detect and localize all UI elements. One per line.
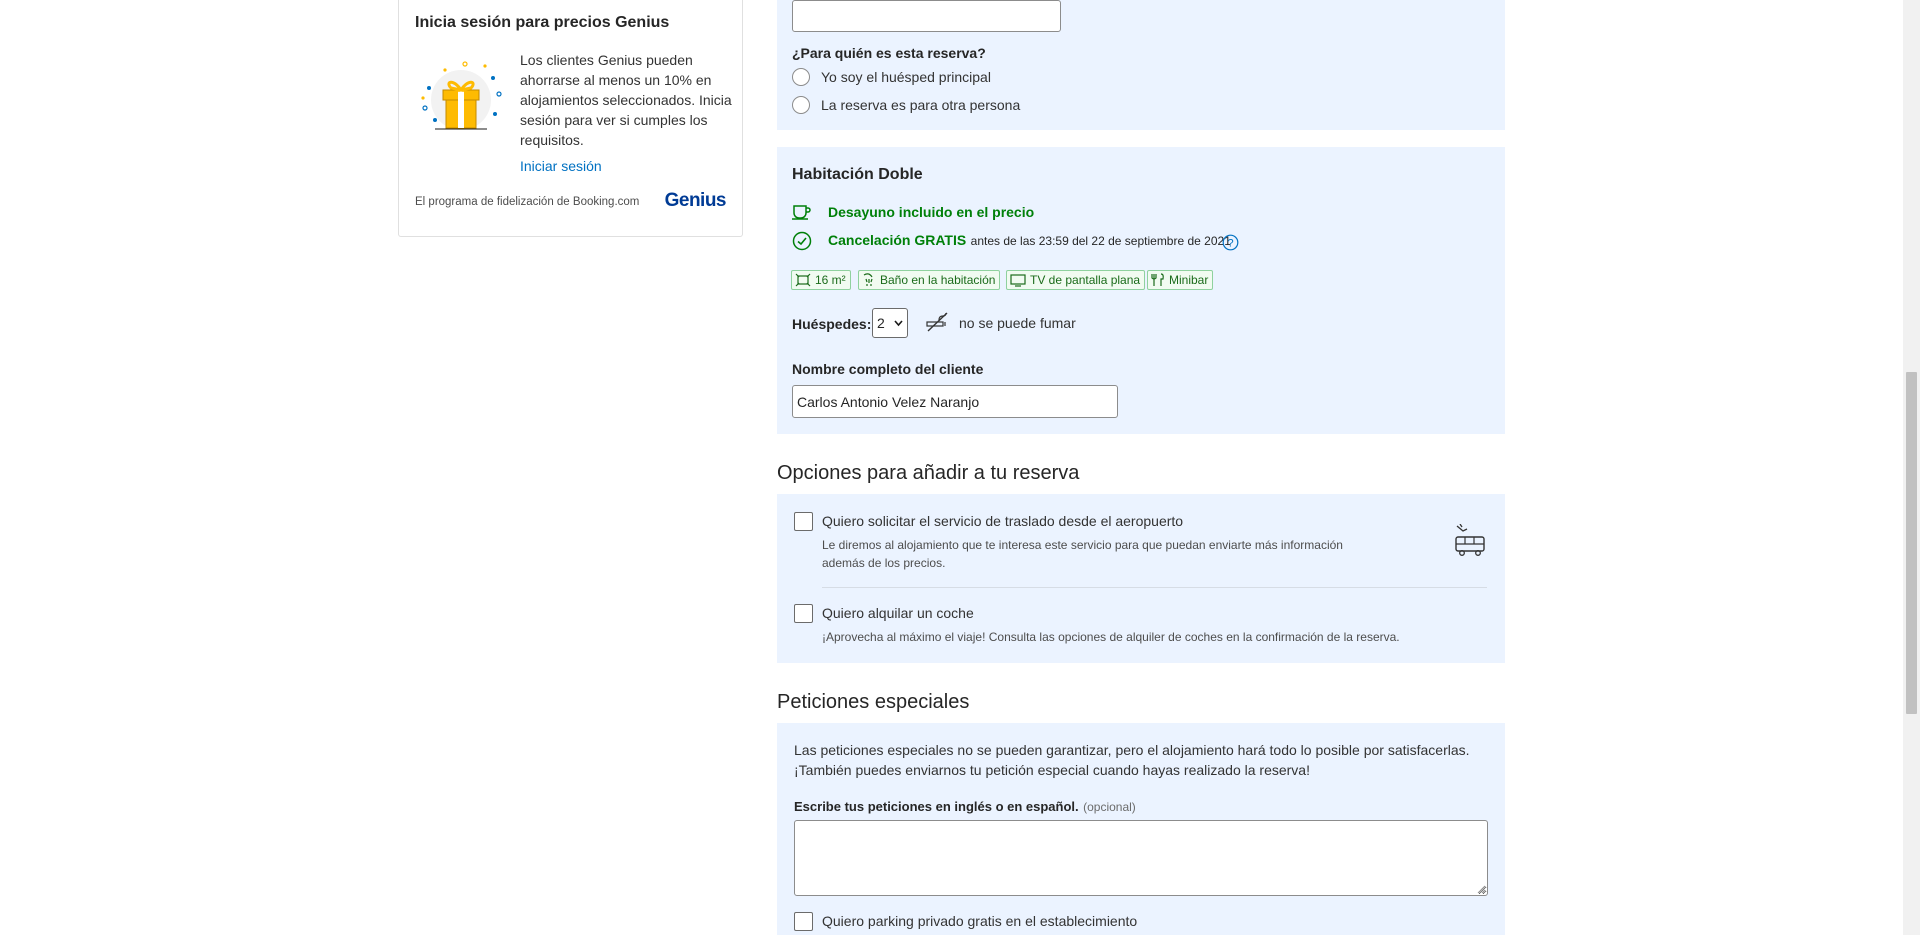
top-text-input[interactable] bbox=[792, 0, 1061, 32]
genius-description: Los clientes Genius pueden ahorrarse al … bbox=[520, 52, 732, 148]
facility-bathroom: Baño en la habitación bbox=[858, 270, 1001, 290]
free-cancellation-bold: Cancelación GRATIS bbox=[828, 232, 967, 248]
genius-logo: Genius bbox=[664, 190, 727, 211]
radio-other-person[interactable] bbox=[792, 96, 810, 114]
gift-icon bbox=[421, 61, 502, 130]
addons-divider bbox=[822, 587, 1487, 588]
free-cancellation: Cancelación GRATIS antes de las 23:59 de… bbox=[828, 232, 1231, 250]
genius-login-link[interactable]: Iniciar sesión bbox=[520, 158, 602, 174]
guest-name-input[interactable] bbox=[792, 385, 1118, 418]
addons-panel: Quiero solicitar el servicio de traslado… bbox=[777, 494, 1505, 663]
help-icon[interactable]: ? bbox=[1222, 234, 1239, 251]
addons-title: Opciones para añadir a tu reserva bbox=[777, 462, 1080, 484]
no-smoking-icon bbox=[926, 312, 948, 332]
check-circle-icon bbox=[792, 231, 812, 251]
airport-shuttle-desc-1: Le diremos al alojamiento que te interes… bbox=[822, 538, 1343, 552]
rent-car-label[interactable]: Quiero alquilar un coche bbox=[822, 605, 974, 621]
coffee-cup-icon bbox=[792, 205, 811, 220]
special-field-label-text: Escribe tus peticiones en inglés o en es… bbox=[794, 799, 1079, 814]
page-scrollbar-thumb[interactable] bbox=[1906, 372, 1917, 714]
special-field-label: Escribe tus peticiones en inglés o en es… bbox=[794, 798, 1136, 816]
genius-title: Inicia sesión para precios Genius bbox=[415, 14, 670, 31]
facility-tv: TV de pantalla plana bbox=[1006, 270, 1146, 290]
special-requests-textarea[interactable] bbox=[794, 820, 1488, 896]
rent-car-desc: ¡Aprovecha al máximo el viaje! Consulta … bbox=[822, 630, 1400, 644]
chevron-down-icon bbox=[894, 320, 903, 327]
facility-bathroom-label: Baño en la habitación bbox=[880, 273, 996, 287]
minibar-icon bbox=[1151, 273, 1164, 286]
rent-car-checkbox[interactable] bbox=[794, 604, 813, 623]
airport-shuttle-icon bbox=[1455, 524, 1485, 556]
radio-main-guest[interactable] bbox=[792, 68, 810, 86]
radio-main-guest-label[interactable]: Yo soy el huésped principal bbox=[821, 69, 991, 85]
guests-label: Huéspedes: bbox=[792, 316, 872, 332]
guest-question: ¿Para quién es esta reserva? bbox=[792, 45, 986, 61]
special-requests-title: Peticiones especiales bbox=[777, 691, 970, 713]
genius-card: Inicia sesión para precios Genius Los cl… bbox=[398, 0, 743, 237]
facility-tv-label: TV de pantalla plana bbox=[1030, 273, 1141, 287]
facility-size: 16 m² bbox=[791, 270, 851, 290]
facility-size-label: 16 m² bbox=[815, 273, 846, 287]
airport-shuttle-desc-2: además de los precios. bbox=[822, 556, 946, 570]
genius-footer: El programa de fidelización de Booking.c… bbox=[415, 196, 640, 208]
airport-shuttle-checkbox[interactable] bbox=[794, 512, 813, 531]
breakfast-included: Desayuno incluido en el precio bbox=[828, 204, 1035, 220]
guests-select[interactable]: 2 bbox=[872, 308, 908, 338]
free-cancellation-date: antes de las 23:59 del 22 de septiembre … bbox=[970, 234, 1231, 248]
special-field-optional: (opcional) bbox=[1083, 800, 1136, 814]
special-intro-2: ¡También puedes enviarnos tu petición es… bbox=[794, 762, 1310, 778]
resize-grip-icon[interactable] bbox=[1477, 885, 1486, 894]
facility-minibar: Minibar bbox=[1147, 270, 1214, 290]
parking-label[interactable]: Quiero parking privado gratis en el esta… bbox=[822, 913, 1137, 929]
airport-shuttle-label[interactable]: Quiero solicitar el servicio de traslado… bbox=[822, 513, 1183, 529]
guest-name-label: Nombre completo del cliente bbox=[792, 361, 984, 377]
room-panel: Habitación Doble Desayuno incluido en el… bbox=[777, 147, 1505, 434]
guest-panel: ¿Para quién es esta reserva? Yo soy el h… bbox=[777, 0, 1505, 130]
facility-minibar-label: Minibar bbox=[1169, 273, 1209, 287]
room-size-icon bbox=[795, 273, 811, 287]
no-smoking-label: no se puede fumar bbox=[959, 315, 1076, 331]
guests-select-value: 2 bbox=[877, 315, 885, 331]
parking-checkbox[interactable] bbox=[794, 912, 813, 931]
special-requests-panel: Las peticiones especiales no se pueden g… bbox=[777, 723, 1505, 935]
radio-other-person-label[interactable]: La reserva es para otra persona bbox=[821, 97, 1020, 113]
svg-text:?: ? bbox=[1227, 237, 1233, 249]
tv-icon bbox=[1010, 274, 1026, 287]
room-title: Habitación Doble bbox=[792, 166, 923, 183]
special-intro-1: Las peticiones especiales no se pueden g… bbox=[794, 742, 1470, 758]
bathroom-icon bbox=[863, 273, 873, 286]
